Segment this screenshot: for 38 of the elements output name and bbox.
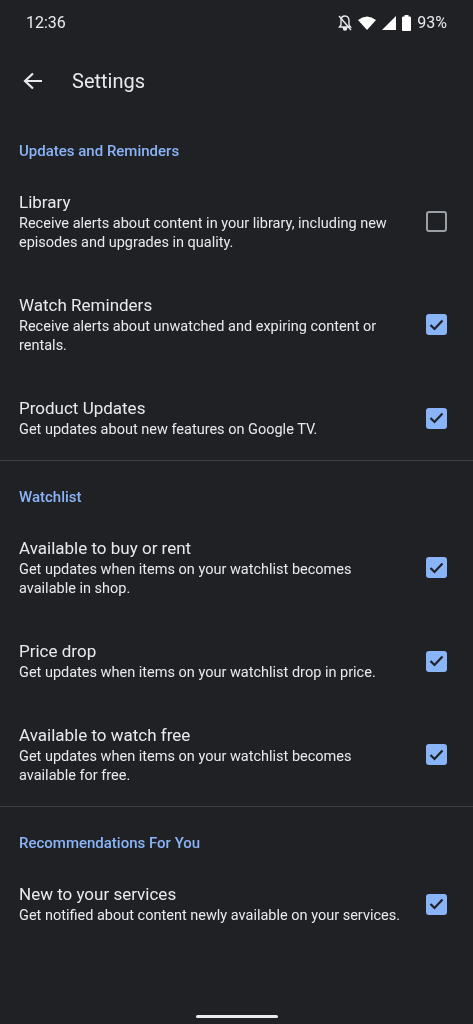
setting-title: Price drop — [19, 640, 98, 663]
section-header: Watchlist — [18, 487, 83, 508]
checkmark-icon — [429, 898, 444, 910]
setting-title: Available to buy or rent — [19, 537, 193, 560]
checkbox[interactable] — [426, 314, 447, 335]
signal-icon — [382, 16, 397, 30]
back-arrow-icon — [23, 71, 43, 90]
checkbox[interactable] — [426, 893, 447, 915]
checkbox[interactable] — [426, 557, 447, 578]
checkbox[interactable] — [426, 650, 447, 672]
battery-icon — [402, 15, 412, 31]
setting-description: Get updates when items on your watchlist becomes available in shop. — [19, 560, 353, 598]
checkmark-icon — [429, 655, 444, 667]
setting-description: Receive alerts about content in your library, including new episodes and upgrades in quality. — [19, 214, 388, 252]
checkmark-icon — [429, 748, 444, 761]
setting-description: Receive alerts about unwatched and expiring content or rentals. — [19, 317, 378, 355]
setting-description: Get updates when items on your watchlist drop in price. — [19, 663, 377, 682]
setting-description: Get updates when items on your watchlist becomes available for free. — [19, 747, 353, 785]
checkbox[interactable] — [426, 744, 447, 765]
setting-title: Watch Reminders — [19, 294, 154, 317]
battery-percent: 93% — [417, 12, 447, 34]
setting-description: Get notified about content newly available on your services. — [19, 906, 402, 925]
section-header: Recommendations For You — [18, 833, 202, 854]
checkmark-icon — [429, 561, 444, 574]
setting-title: Product Updates — [19, 397, 147, 420]
setting-description: Get updates about new features on Google TV. — [19, 420, 319, 439]
checkbox[interactable] — [426, 211, 447, 232]
checkbox[interactable] — [426, 407, 447, 429]
setting-title: Available to watch free — [19, 724, 192, 747]
setting-title: Library — [19, 191, 72, 214]
page-title: Settings — [72, 67, 146, 95]
checkmark-icon — [429, 318, 444, 331]
checkmark-icon — [429, 412, 444, 424]
wifi-icon — [358, 16, 377, 30]
bell-off-icon — [338, 15, 353, 31]
status-time: 12:36 — [26, 12, 66, 34]
setting-title: New to your services — [19, 883, 178, 906]
section-header: Updates and Reminders — [18, 141, 181, 162]
